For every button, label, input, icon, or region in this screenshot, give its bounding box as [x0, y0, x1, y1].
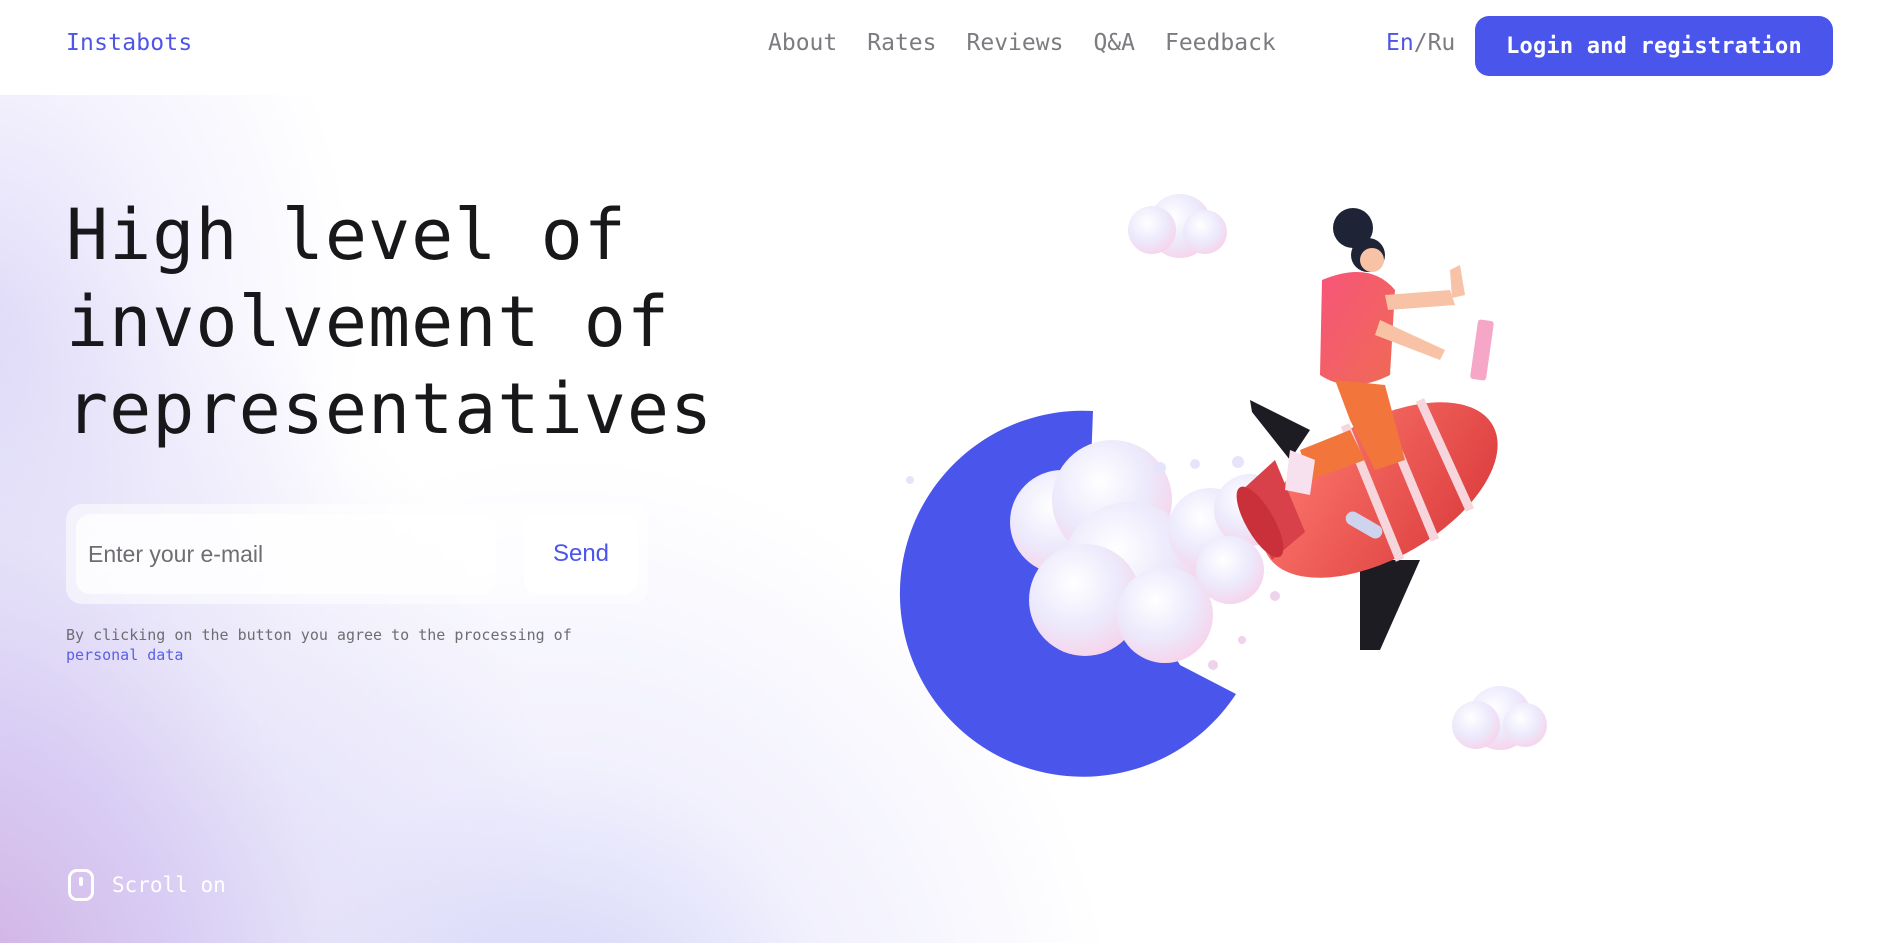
- hero-title-line: representatives: [66, 368, 714, 450]
- lang-ru[interactable]: Ru: [1428, 30, 1456, 56]
- login-button[interactable]: Login and registration: [1475, 16, 1833, 76]
- logo[interactable]: Instabots: [66, 30, 192, 56]
- cloud-top: [1128, 194, 1227, 258]
- personal-data-link[interactable]: personal data: [66, 645, 626, 665]
- main-nav: About Rates Reviews Q&A Feedback: [768, 30, 1306, 56]
- nav-item-rates[interactable]: Rates: [867, 30, 936, 56]
- send-button[interactable]: Send: [524, 514, 638, 594]
- email-input[interactable]: [76, 514, 496, 594]
- nav-item-qa[interactable]: Q&A: [1093, 30, 1135, 56]
- lang-separator: /: [1413, 30, 1428, 56]
- lang-en[interactable]: En: [1386, 30, 1414, 56]
- rocket-girl-illustration: [899, 194, 1547, 777]
- hero-title-line: High level of: [66, 194, 627, 276]
- hero-title-line: involvement of: [66, 281, 671, 363]
- language-switcher: En/Ru: [1386, 30, 1455, 56]
- cloud-bottom-right: [1452, 686, 1547, 750]
- site-header: Instabots About Rates Reviews Q&A Feedba…: [0, 0, 1900, 95]
- scroll-hint[interactable]: Scroll on: [68, 869, 226, 901]
- nav-item-reviews[interactable]: Reviews: [967, 30, 1064, 56]
- laptop-shape: [1470, 319, 1494, 381]
- hero-title: High level of involvement of representat…: [66, 192, 826, 453]
- subscribe-form: Send: [66, 504, 648, 604]
- consent-label: By clicking on the button you agree to t…: [66, 626, 572, 644]
- mouse-icon: [68, 869, 94, 901]
- nav-item-about[interactable]: About: [768, 30, 837, 56]
- scroll-label: Scroll on: [112, 873, 226, 897]
- consent-text: By clicking on the button you agree to t…: [66, 625, 626, 665]
- nav-item-feedback[interactable]: Feedback: [1165, 30, 1276, 56]
